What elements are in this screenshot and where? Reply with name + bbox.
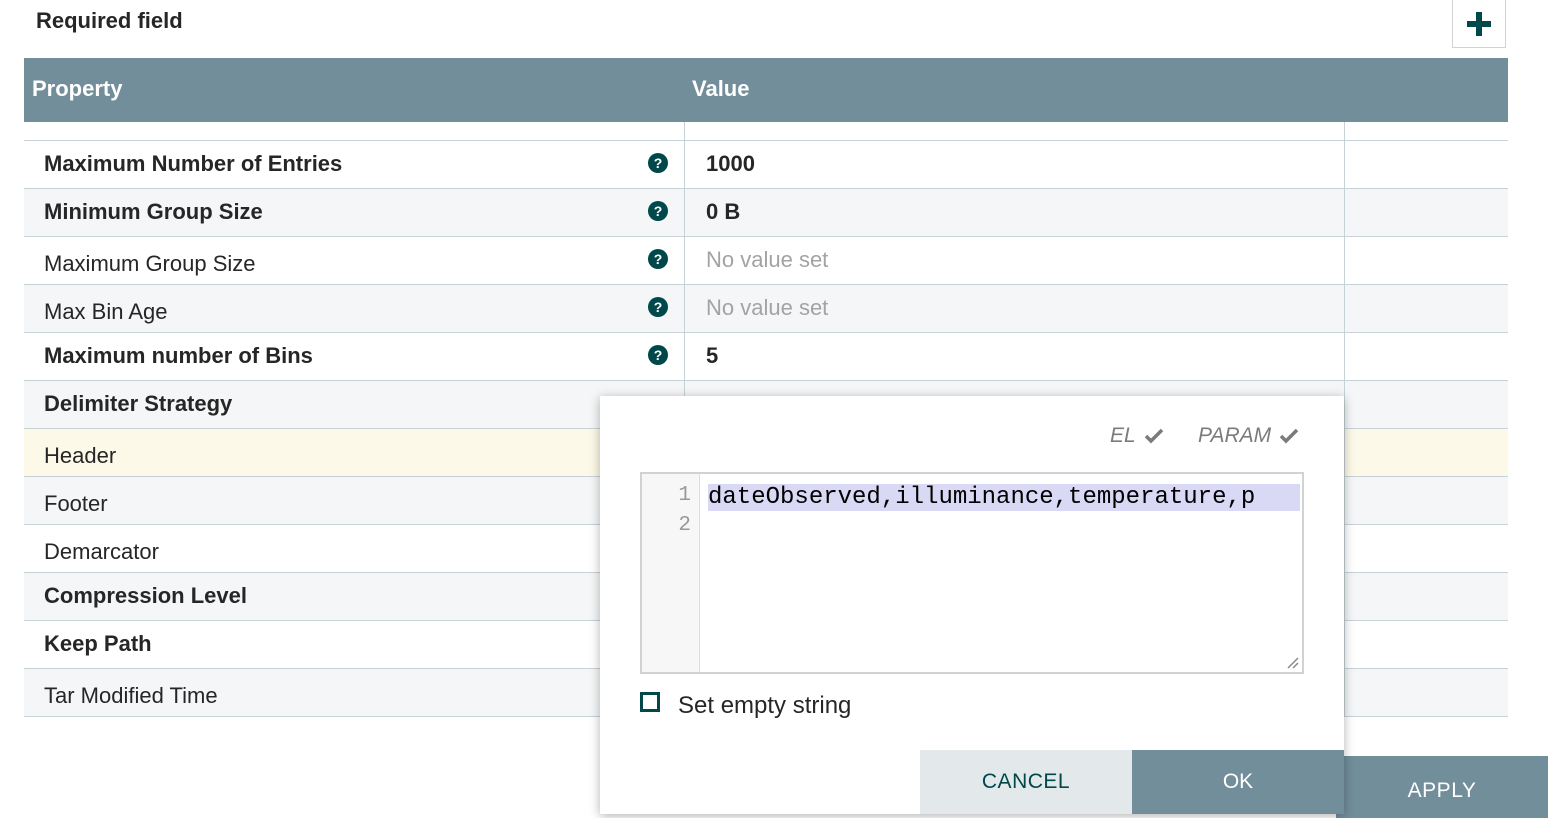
property-value[interactable]: 5 (706, 343, 718, 369)
plus-icon (1467, 11, 1491, 36)
table-row[interactable]: Maximum number of Bins? 5 (24, 333, 1508, 381)
property-value[interactable]: No value set (706, 295, 828, 321)
svg-text:?: ? (654, 155, 663, 171)
line-number: 1 (678, 484, 691, 507)
property-name: Maximum Group Size (44, 251, 256, 276)
property-name: Max Bin Age (44, 299, 168, 324)
table-row[interactable]: Maximum Group Size? No value set (24, 237, 1508, 285)
set-empty-string-label[interactable]: Set empty string (678, 692, 851, 720)
check-icon (1144, 428, 1163, 444)
property-value[interactable]: 0 B (706, 199, 740, 225)
property-name: Maximum number of Bins (44, 343, 313, 368)
table-row[interactable]: Maximum Number of Entries? 1000 (24, 141, 1508, 189)
property-name: Minimum Group Size (44, 199, 263, 224)
help-icon[interactable]: ? (648, 249, 668, 269)
column-header-value[interactable]: Value (692, 76, 749, 102)
set-empty-string-checkbox[interactable] (640, 692, 660, 712)
property-name: Delimiter Strategy (44, 391, 233, 416)
add-property-button[interactable] (1452, 0, 1506, 48)
table-header: Property Value (24, 58, 1508, 122)
required-field-label: Required field (36, 8, 183, 33)
line-number-gutter: 1 2 (642, 474, 700, 672)
column-header-property[interactable]: Property (32, 76, 122, 102)
property-value[interactable]: No value set (706, 247, 828, 273)
property-value-editor: EL PARAM 1 2 dateObserved,illuminance,te… (600, 396, 1344, 814)
param-label: PARAM (1198, 424, 1272, 447)
property-name: Compression Level (44, 583, 247, 608)
param-support-indicator: PARAM (1198, 424, 1299, 448)
apply-button[interactable]: APPLY (1336, 756, 1548, 818)
svg-text:?: ? (654, 203, 663, 219)
property-value[interactable]: 1000 (706, 151, 755, 177)
el-support-indicator: EL (1110, 424, 1164, 448)
code-editor[interactable]: 1 2 dateObserved,illuminance,temperature… (640, 472, 1304, 674)
help-icon[interactable]: ? (648, 201, 668, 221)
property-name: Keep Path (44, 631, 152, 656)
property-name: Footer (44, 491, 108, 516)
cancel-button[interactable]: CANCEL (920, 750, 1132, 814)
line-number: 2 (678, 514, 691, 537)
el-label: EL (1110, 424, 1136, 447)
resize-handle-icon[interactable] (1283, 653, 1299, 669)
svg-text:?: ? (654, 347, 663, 363)
column-divider (1344, 122, 1345, 716)
help-icon[interactable]: ? (648, 153, 668, 173)
svg-text:?: ? (654, 299, 663, 315)
svg-text:?: ? (654, 251, 663, 267)
help-icon[interactable]: ? (648, 345, 668, 365)
table-row-partial (24, 122, 1508, 141)
check-icon (1279, 428, 1299, 444)
property-name: Header (44, 443, 117, 468)
property-name: Demarcator (44, 539, 159, 564)
help-icon[interactable]: ? (648, 297, 668, 317)
property-name: Tar Modified Time (44, 683, 218, 708)
ok-button[interactable]: OK (1132, 750, 1344, 814)
property-name: Maximum Number of Entries (44, 151, 343, 176)
table-row[interactable]: Minimum Group Size? 0 B (24, 189, 1508, 237)
code-line-selected[interactable]: dateObserved,illuminance,temperature,p (708, 484, 1300, 511)
table-row[interactable]: Max Bin Age? No value set (24, 285, 1508, 333)
